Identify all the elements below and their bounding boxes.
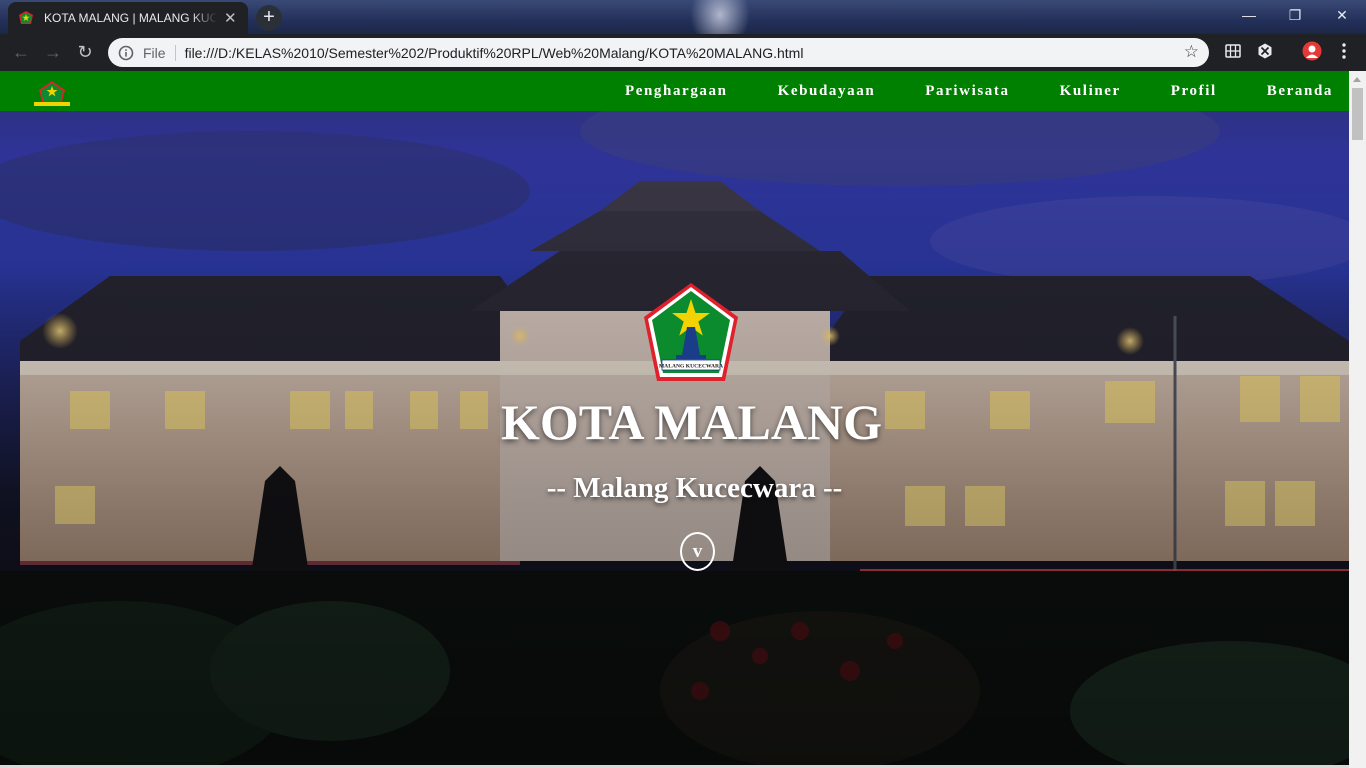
browser-menu-icon[interactable] [1332, 39, 1356, 63]
scroll-up-arrow-icon[interactable] [1353, 77, 1361, 82]
forward-button[interactable]: → [37, 37, 69, 69]
tabstrip-background-glow [690, 0, 750, 34]
browser-toolbar: ← → ↻ File file:///D:/KELAS%2010/Semeste… [0, 34, 1366, 71]
back-button[interactable]: ← [5, 37, 37, 69]
omnibox-divider [174, 44, 176, 61]
nav-item-beranda[interactable]: Beranda [1267, 83, 1333, 100]
scroll-down-button[interactable]: v [680, 532, 715, 571]
page-viewport: MALANG KUCECWARA KOTA MALANG -- Malang K… [0, 71, 1366, 768]
bookmark-star-icon[interactable]: ☆ [1184, 42, 1199, 62]
window-controls: — ❐ ✕ [1226, 0, 1366, 30]
extension-hexagon-icon[interactable] [1253, 39, 1277, 63]
emblem-banner-text: MALANG KUCECWARA [659, 364, 723, 370]
nav-item-penghargaan[interactable]: Penghargaan [625, 83, 728, 100]
minimize-button[interactable]: — [1226, 0, 1272, 30]
hero-title: KOTA MALANG [500, 394, 883, 450]
hero-section: MALANG KUCECWARA KOTA MALANG -- Malang K… [0, 71, 1349, 768]
nav-item-profil[interactable]: Profil [1171, 83, 1217, 100]
tab-close-icon[interactable]: ✕ [223, 9, 239, 27]
nav-item-kebudayaan[interactable]: Kebudayaan [778, 83, 876, 100]
address-bar[interactable]: File file:///D:/KELAS%2010/Semester%202/… [108, 38, 1209, 67]
site-info-icon[interactable] [118, 45, 134, 61]
scrollbar-thumb[interactable] [1352, 88, 1363, 140]
reload-button[interactable]: ↻ [69, 37, 101, 69]
window-close-button[interactable]: ✕ [1318, 0, 1366, 30]
site-navbar: Penghargaan Kebudayaan Pariwisata Kuline… [0, 71, 1349, 111]
browser-tabstrip: KOTA MALANG | MALANG KUCECWARA ✕ + — ❐ ✕ [0, 0, 1366, 34]
site-logo-icon[interactable] [32, 80, 72, 108]
url-text[interactable]: file:///D:/KELAS%2010/Semester%202/Produ… [185, 45, 804, 61]
nav-menu: Penghargaan Kebudayaan Pariwisata Kuline… [575, 71, 1333, 111]
new-tab-button[interactable]: + [256, 5, 282, 31]
profile-avatar[interactable] [1300, 39, 1324, 63]
nav-item-pariwisata[interactable]: Pariwisata [925, 83, 1009, 100]
hero-subtitle: -- Malang Kucecwara -- [546, 472, 843, 504]
nav-item-kuliner[interactable]: Kuliner [1060, 83, 1121, 100]
tab-title: KOTA MALANG | MALANG KUCECWARA [44, 11, 217, 25]
url-scheme-label: File [143, 44, 166, 61]
malang-favicon-icon [18, 10, 34, 26]
extension-grid-icon[interactable] [1221, 39, 1245, 63]
restore-button[interactable]: ❐ [1272, 0, 1318, 30]
browser-tab-active[interactable]: KOTA MALANG | MALANG KUCECWARA ✕ [8, 2, 248, 34]
kota-malang-emblem-icon: MALANG KUCECWARA [644, 283, 738, 381]
page-scrollbar[interactable] [1349, 71, 1366, 768]
